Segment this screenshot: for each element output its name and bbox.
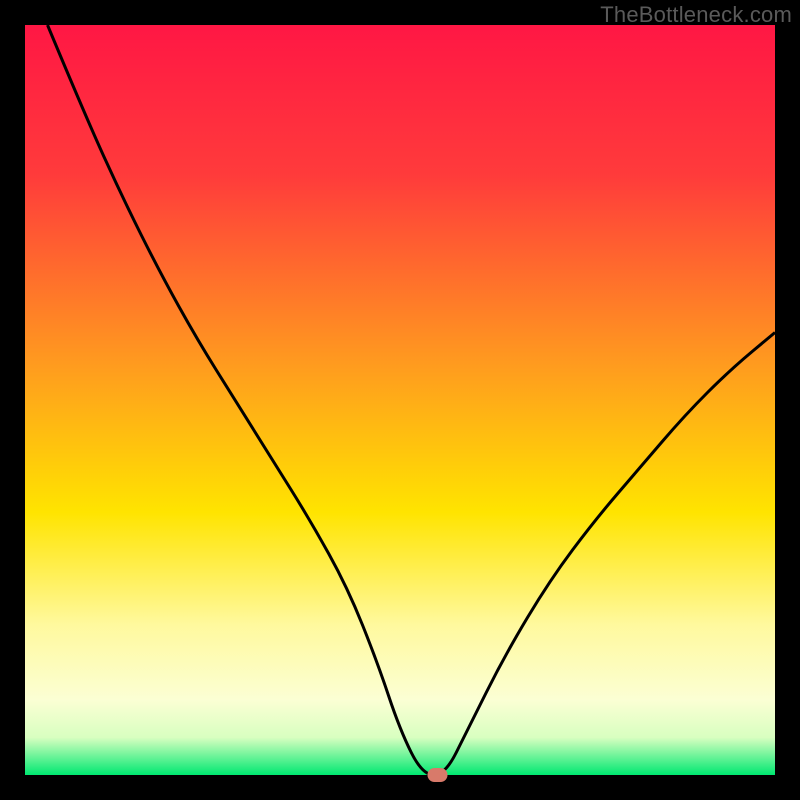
- chart-frame: TheBottleneck.com: [0, 0, 800, 800]
- bottleneck-chart: [0, 0, 800, 800]
- watermark-text: TheBottleneck.com: [600, 2, 792, 28]
- optimal-marker: [428, 768, 448, 782]
- plot-background: [25, 25, 775, 775]
